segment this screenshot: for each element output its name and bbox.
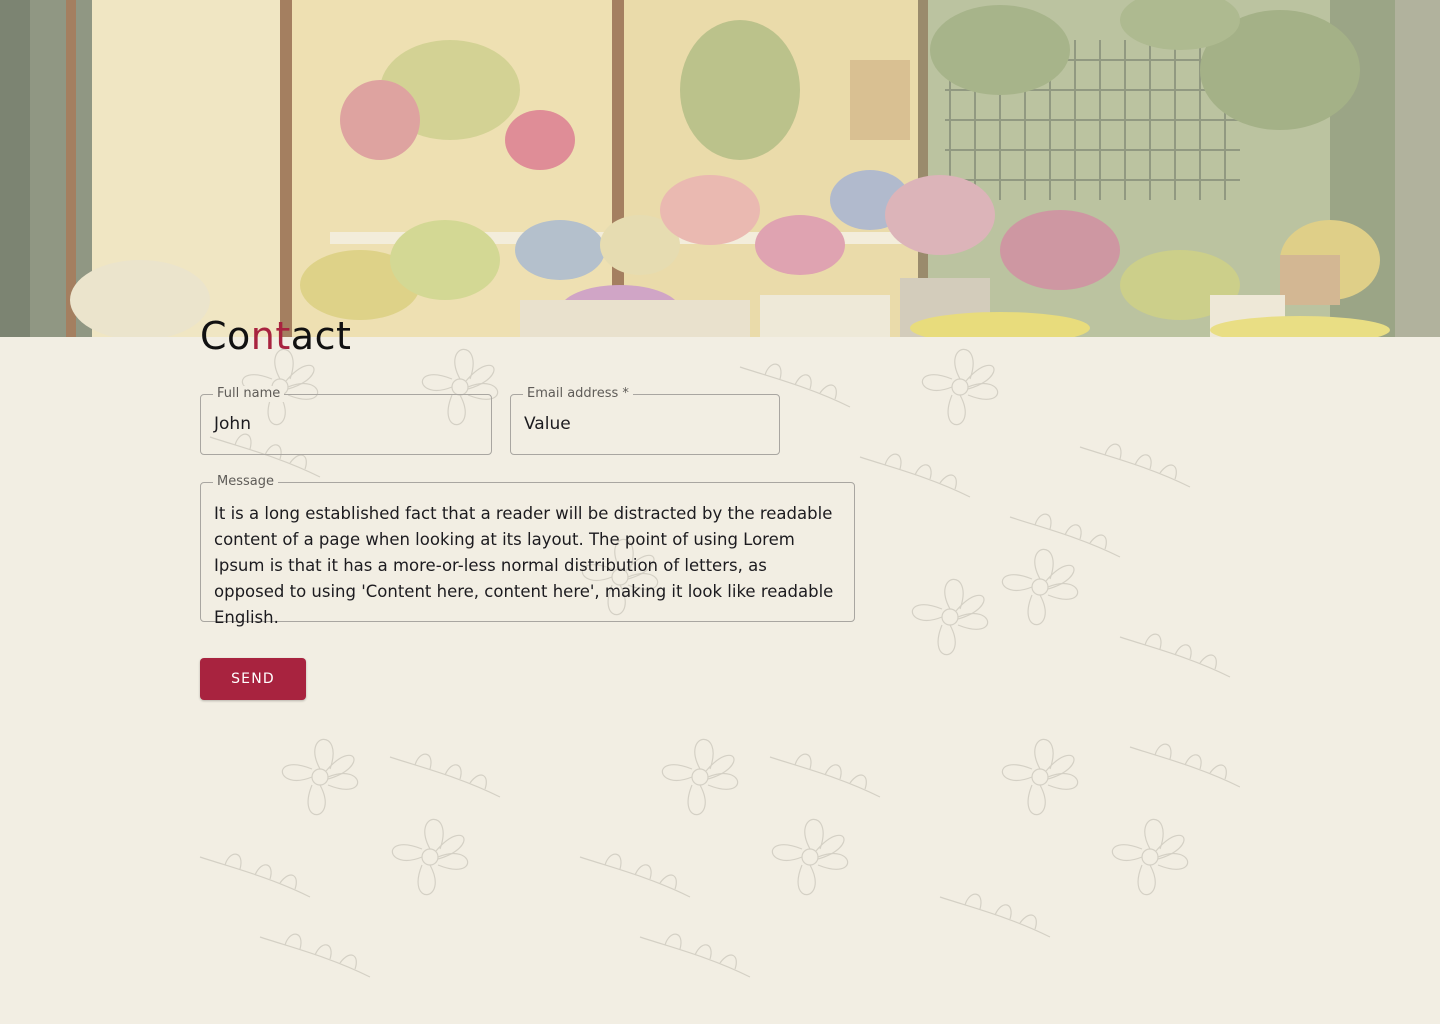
page-title: Contact [200,316,351,356]
hero-image [0,0,1440,337]
email-label: Email address * [523,386,633,402]
send-button[interactable]: SEND [200,658,306,700]
page-title-accent: nt [250,314,291,358]
message-label: Message [213,474,278,490]
page-title-part-3: act [290,314,352,358]
flower-shop-storefront-image [0,0,1440,337]
full-name-label: Full name [213,386,285,402]
full-name-input[interactable]: John [214,414,251,434]
full-name-field[interactable]: Full name John [200,386,492,455]
message-field[interactable]: Message It is a long established fact th… [200,474,855,627]
email-field[interactable]: Email address * Value [510,386,780,455]
email-input[interactable]: Value [524,414,571,434]
message-textarea[interactable]: It is a long established fact that a rea… [214,501,840,631]
page-title-part-1: Co [200,314,251,358]
